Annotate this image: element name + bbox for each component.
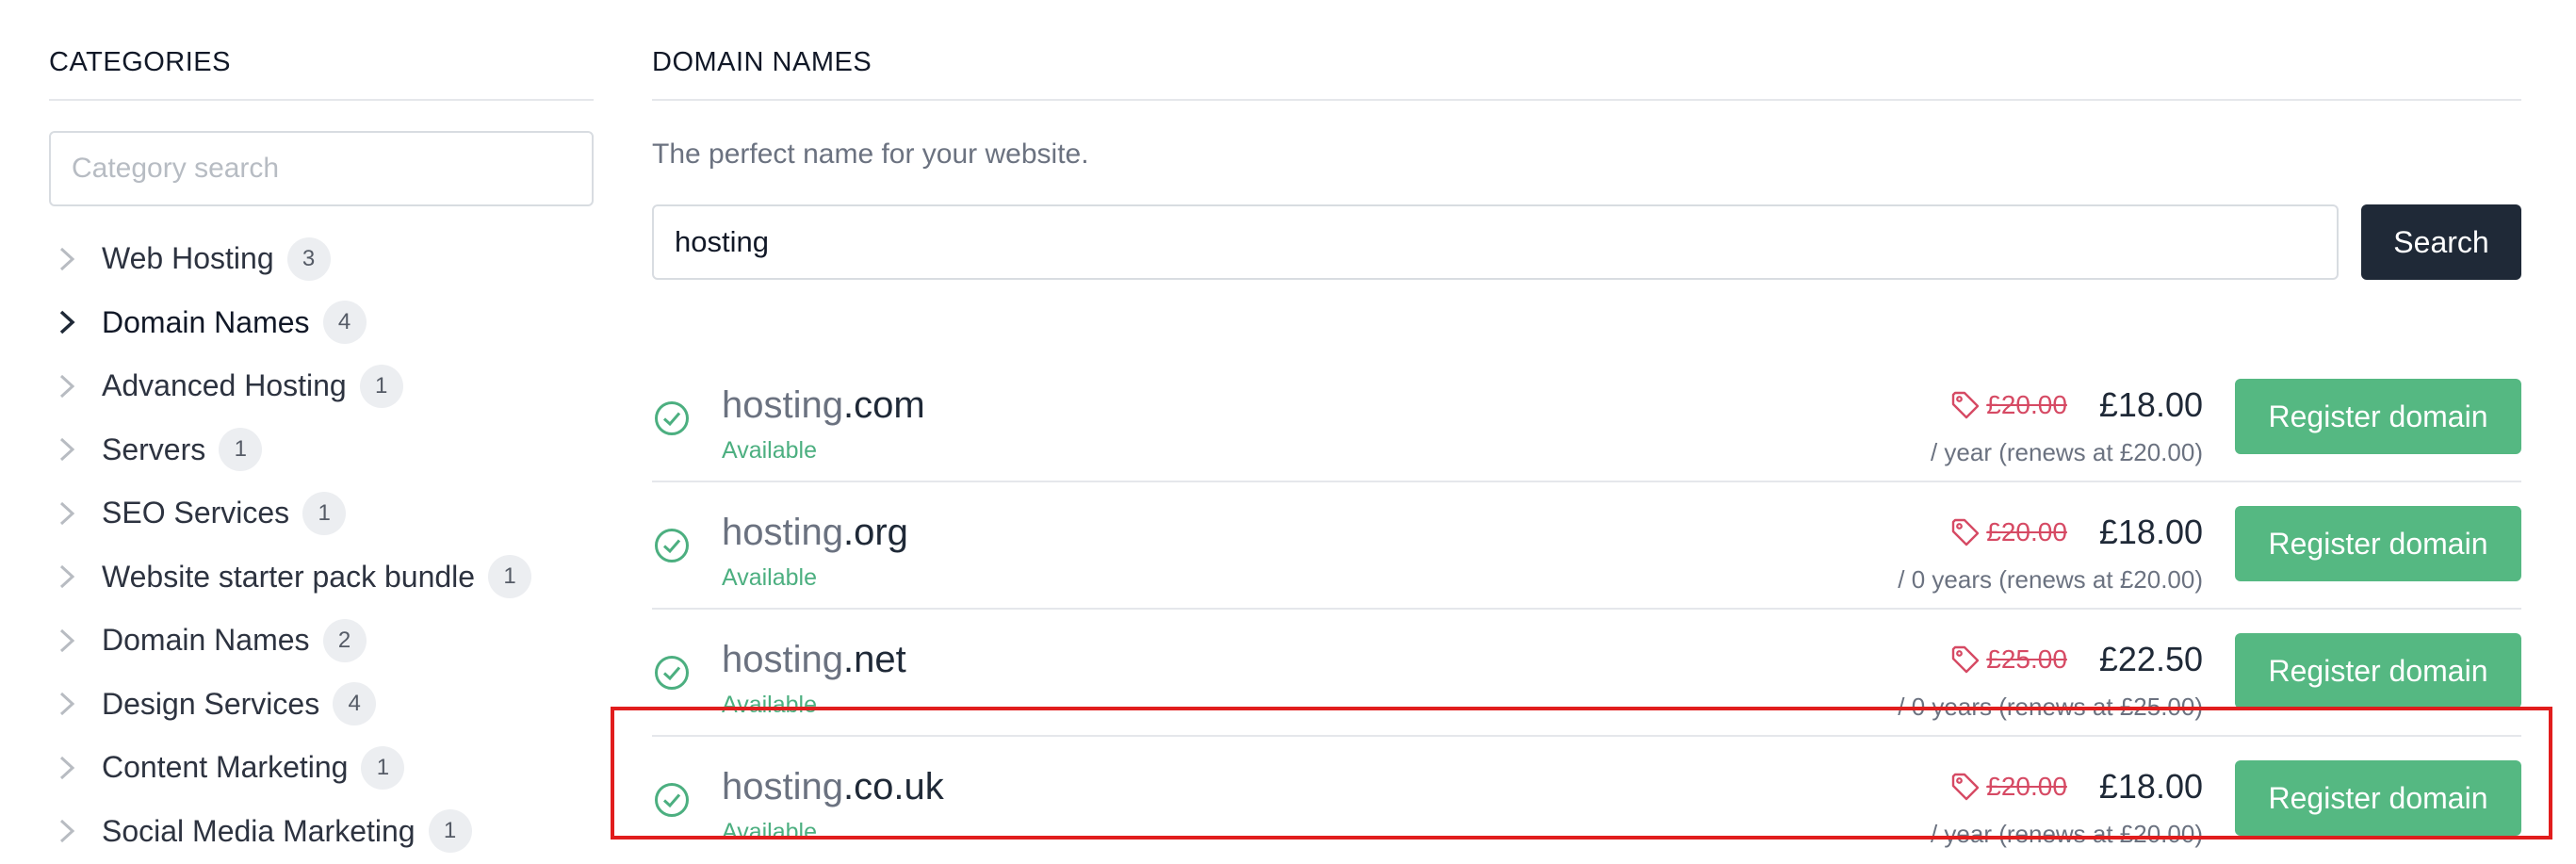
domain-sld: hosting — [722, 384, 843, 426]
tag-icon — [1952, 518, 1980, 546]
domain-sld: hosting — [722, 766, 843, 807]
check-circle-icon — [655, 783, 689, 817]
domain-sld: hosting — [722, 639, 843, 680]
domain-sld: hosting — [722, 512, 843, 553]
domain-tld: .co.uk — [842, 766, 944, 807]
chevron-right-icon — [49, 437, 102, 462]
category-item-website-starter-pack-bundle[interactable]: Website starter pack bundle 1 — [49, 546, 594, 610]
category-item-seo-services[interactable]: SEO Services 1 — [49, 481, 594, 546]
original-price: £25.00 — [1986, 644, 2067, 674]
category-count-badge: 4 — [322, 301, 367, 345]
category-label: Web Hosting — [102, 241, 274, 276]
domain-result-row: hosting.com Available £20.00 £18.00 / ye… — [652, 355, 2521, 482]
domain-result-row: hosting.org Available £20.00 £18.00 / 0 … — [652, 482, 2521, 610]
category-item-domain-names[interactable]: Domain Names 4 — [49, 291, 594, 355]
category-label: SEO Services — [102, 496, 290, 530]
price-line: £25.00 £22.50 — [1950, 638, 2203, 681]
domain-name: hosting.co.uk — [722, 765, 944, 808]
category-item-advanced-hosting[interactable]: Advanced Hosting 1 — [49, 354, 594, 418]
availability-status: Available — [722, 437, 818, 464]
price-line: £20.00 £18.00 — [1950, 511, 2203, 554]
category-count-badge: 1 — [302, 491, 347, 535]
register-domain-button[interactable]: Register domain — [2235, 379, 2521, 454]
category-count-badge: 1 — [488, 555, 532, 599]
renewal-info: / 0 years (renews at £25.00) — [1898, 693, 2203, 721]
chevron-right-icon — [49, 247, 102, 271]
tag-icon — [1952, 645, 1980, 674]
price-line: £20.00 £18.00 — [1950, 765, 2203, 808]
category-search-input[interactable] — [49, 131, 594, 206]
domain-tld: .com — [842, 384, 925, 426]
chevron-right-icon — [49, 501, 102, 526]
category-label: Servers — [102, 432, 206, 466]
availability-status: Available — [722, 692, 818, 718]
domain-name: hosting.org — [722, 511, 908, 554]
domain-search-panel: DOMAIN NAMES The perfect name for your w… — [652, 47, 2521, 848]
register-domain-button[interactable]: Register domain — [2235, 506, 2521, 581]
check-circle-icon — [655, 529, 689, 562]
availability-status: Available — [722, 564, 818, 591]
chevron-right-icon — [49, 310, 102, 334]
page-subtitle: The perfect name for your website. — [652, 139, 1089, 170]
category-count-badge: 4 — [333, 682, 377, 726]
chevron-right-icon — [49, 564, 102, 589]
renewal-info: / year (renews at £20.00) — [1930, 438, 2203, 466]
categories-sidebar: CATEGORIES Web Hosting 3 Domain Names 4 … — [49, 47, 594, 863]
domain-results-list: hosting.com Available £20.00 £18.00 / ye… — [652, 355, 2521, 864]
chevron-right-icon — [49, 819, 102, 843]
category-count-badge: 1 — [359, 364, 403, 408]
domain-search-input[interactable] — [652, 204, 2339, 280]
sale-price: £22.50 — [2098, 640, 2203, 678]
check-circle-icon — [655, 401, 689, 435]
tag-icon — [1952, 391, 1980, 419]
category-item-social-media-marketing[interactable]: Social Media Marketing 1 — [49, 800, 594, 864]
chevron-right-icon — [49, 692, 102, 716]
category-label: Domain Names — [102, 304, 310, 339]
domain-tld: .org — [842, 512, 908, 553]
page-title: DOMAIN NAMES — [652, 47, 2521, 101]
category-label: Design Services — [102, 686, 320, 721]
sale-price: £18.00 — [2098, 767, 2203, 806]
category-count-badge: 3 — [286, 236, 331, 281]
domain-result-row: hosting.co.uk Available £20.00 £18.00 / … — [652, 737, 2521, 864]
domain-name: hosting.com — [722, 383, 925, 427]
domain-search-row: Search — [652, 204, 2521, 280]
sale-price: £18.00 — [2098, 513, 2203, 551]
category-item-domain-names-2[interactable]: Domain Names 2 — [49, 609, 594, 673]
renewal-info: / 0 years (renews at £20.00) — [1898, 565, 2203, 594]
chevron-right-icon — [49, 628, 102, 653]
register-domain-button[interactable]: Register domain — [2235, 633, 2521, 709]
category-item-design-services[interactable]: Design Services 4 — [49, 673, 594, 737]
price-line: £20.00 £18.00 — [1950, 383, 2203, 427]
category-count-badge: 1 — [361, 745, 405, 790]
original-price: £20.00 — [1986, 517, 2067, 546]
search-button[interactable]: Search — [2361, 204, 2521, 280]
category-count-badge: 1 — [219, 428, 263, 472]
category-item-web-hosting[interactable]: Web Hosting 3 — [49, 227, 594, 291]
chevron-right-icon — [49, 756, 102, 780]
availability-status: Available — [722, 819, 818, 845]
domain-name: hosting.net — [722, 638, 906, 681]
original-price: £20.00 — [1986, 390, 2067, 419]
domain-result-row: hosting.net Available £25.00 £22.50 / 0 … — [652, 610, 2521, 737]
category-label: Website starter pack bundle — [102, 559, 476, 594]
category-item-content-marketing[interactable]: Content Marketing 1 — [49, 736, 594, 800]
category-label: Domain Names — [102, 623, 310, 658]
category-label: Content Marketing — [102, 750, 349, 785]
original-price: £20.00 — [1986, 772, 2067, 801]
sale-price: £18.00 — [2098, 385, 2203, 424]
tag-icon — [1952, 773, 1980, 801]
renewal-info: / year (renews at £20.00) — [1930, 820, 2203, 848]
category-label: Advanced Hosting — [102, 368, 347, 403]
categories-heading: CATEGORIES — [49, 47, 594, 101]
category-count-badge: 1 — [428, 809, 472, 854]
category-label: Social Media Marketing — [102, 813, 416, 848]
check-circle-icon — [655, 656, 689, 690]
chevron-right-icon — [49, 374, 102, 399]
domain-tld: .net — [842, 639, 906, 680]
category-list: Web Hosting 3 Domain Names 4 Advanced Ho… — [49, 227, 594, 863]
register-domain-button[interactable]: Register domain — [2235, 760, 2521, 836]
category-item-servers[interactable]: Servers 1 — [49, 418, 594, 482]
category-count-badge: 2 — [322, 618, 367, 662]
